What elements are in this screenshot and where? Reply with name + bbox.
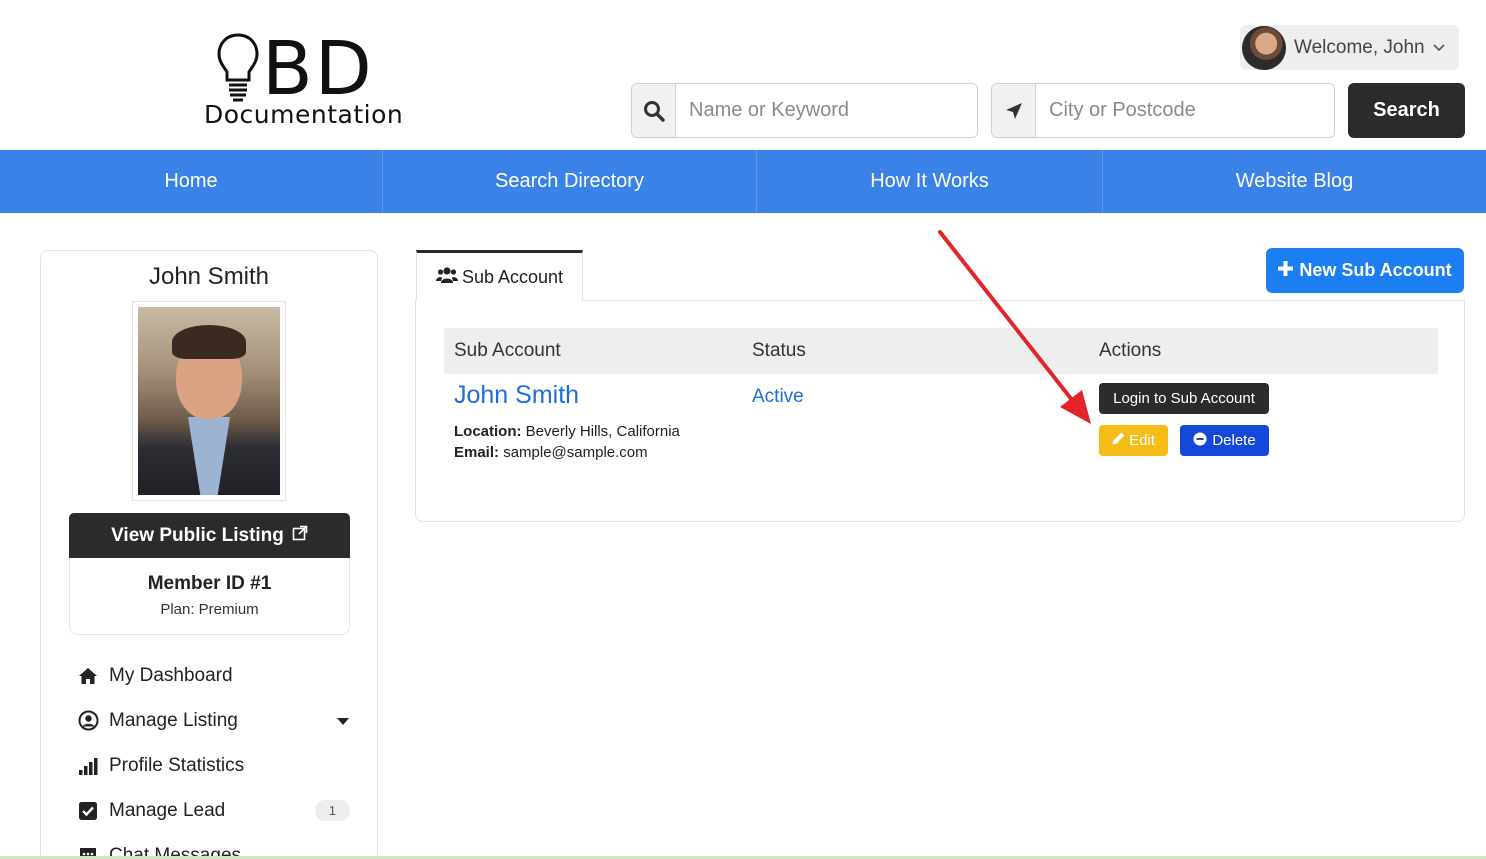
user-circle-icon (77, 710, 99, 732)
sidebar-item-label: Manage Listing (109, 709, 238, 731)
sub-account-email: Email: sample@sample.com (454, 444, 648, 461)
location-arrow-icon (992, 84, 1036, 137)
sidebar-item-label: Profile Statistics (109, 754, 245, 776)
home-icon (77, 665, 99, 687)
users-icon (435, 266, 458, 289)
member-plan: Plan: Premium (160, 601, 259, 618)
keyword-search-input[interactable] (676, 84, 977, 137)
avatar (1242, 25, 1286, 70)
edit-button[interactable]: Edit (1099, 425, 1168, 456)
welcome-text: Welcome, John (1294, 36, 1425, 58)
sub-account-panel: Sub Account Status Actions John Smith Ac… (415, 300, 1465, 522)
login-to-sub-account-button[interactable]: Login to Sub Account (1099, 383, 1269, 414)
location-search-group (991, 83, 1335, 138)
new-sub-account-button[interactable]: New Sub Account (1266, 248, 1464, 293)
location-search-input[interactable] (1036, 84, 1334, 137)
member-sidebar: John Smith View Public Listing Member ID… (40, 250, 378, 859)
sidebar-item-label: Manage Lead (109, 799, 226, 821)
user-menu-dropdown[interactable]: Welcome, John (1240, 25, 1459, 70)
sidebar-menu: My Dashboard Manage Listing Profile Stat… (77, 653, 350, 859)
nav-how-it-works[interactable]: How It Works (757, 150, 1103, 213)
status-badge: Active (752, 386, 804, 407)
sub-account-location: Location: Beverly Hills, California (454, 423, 680, 440)
logo-main-text: BD (262, 26, 374, 112)
nav-search-directory[interactable]: Search Directory (383, 150, 757, 213)
view-public-listing-button[interactable]: View Public Listing (69, 513, 350, 558)
column-header-actions: Actions (1099, 340, 1162, 361)
sidebar-item-manage-listing[interactable]: Manage Listing (77, 698, 349, 743)
sidebar-item-profile-statistics[interactable]: Profile Statistics (77, 743, 349, 788)
column-header-sub-account: Sub Account (454, 340, 561, 361)
column-header-status: Status (752, 340, 806, 361)
lead-count-badge: 1 (314, 800, 350, 821)
tab-sub-account[interactable]: Sub Account (416, 250, 583, 301)
lightbulb-icon (217, 33, 259, 102)
nav-home[interactable]: Home (0, 150, 383, 213)
email-value: sample@sample.com (503, 444, 648, 461)
member-info: Member ID #1 Plan: Premium (69, 558, 350, 635)
search-button[interactable]: Search (1348, 83, 1465, 138)
external-link-icon (292, 525, 308, 547)
sidebar-item-label: My Dashboard (109, 664, 233, 686)
plus-icon (1278, 260, 1294, 281)
email-label: Email: (454, 444, 500, 461)
sidebar-item-my-dashboard[interactable]: My Dashboard (77, 653, 349, 698)
edit-label: Edit (1129, 432, 1155, 449)
delete-label: Delete (1212, 432, 1256, 449)
location-label: Location: (454, 423, 522, 440)
tab-label: Sub Account (461, 266, 564, 287)
chevron-down-icon (1433, 41, 1445, 55)
main-nav: Home Search Directory How It Works Websi… (0, 150, 1486, 213)
delete-button[interactable]: Delete (1180, 425, 1269, 456)
logo-sub-text: Documentation (204, 100, 404, 129)
sub-account-name-link[interactable]: John Smith (454, 381, 579, 410)
checkbox-icon (77, 800, 99, 822)
site-logo[interactable]: BD Documentation (200, 30, 415, 130)
table-header: Sub Account Status Actions (444, 328, 1438, 374)
caret-down-icon[interactable] (337, 713, 349, 729)
bar-chart-icon (77, 755, 99, 777)
keyword-search-group (631, 83, 978, 138)
sidebar-item-manage-lead[interactable]: Manage Lead 1 (77, 788, 350, 833)
minus-circle-icon (1193, 432, 1207, 450)
search-icon (632, 84, 676, 137)
profile-photo (132, 301, 286, 501)
view-public-listing-label: View Public Listing (111, 524, 284, 546)
location-value: Beverly Hills, California (525, 423, 680, 440)
nav-website-blog[interactable]: Website Blog (1103, 150, 1486, 213)
pencil-icon (1112, 432, 1125, 449)
member-id: Member ID #1 (147, 573, 272, 594)
member-name: John Smith (148, 263, 270, 290)
new-sub-account-label: New Sub Account (1299, 260, 1452, 280)
